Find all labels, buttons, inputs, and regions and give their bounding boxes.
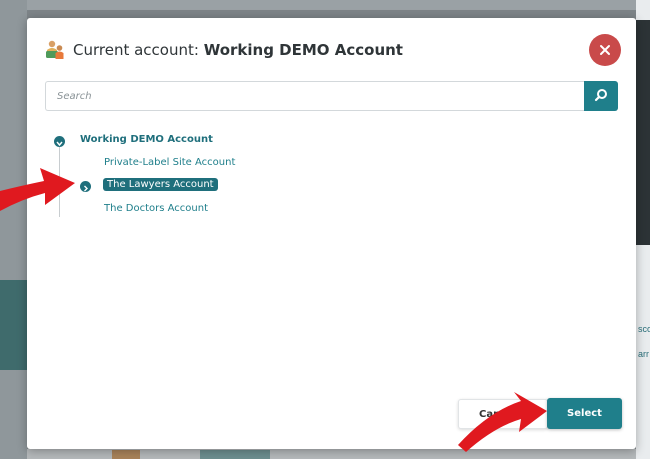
background-top-bar bbox=[0, 0, 650, 10]
tree-connector-line bbox=[59, 147, 60, 217]
tree-item-the-doctors-account[interactable]: The Doctors Account bbox=[104, 203, 208, 214]
background-text: arr bbox=[638, 349, 649, 359]
chevron-down-icon bbox=[56, 132, 63, 151]
tree-root-toggle[interactable] bbox=[54, 136, 65, 147]
tree-item-working-demo-account[interactable]: Working DEMO Account bbox=[80, 134, 213, 145]
chevron-right-icon bbox=[82, 177, 89, 196]
background-bottom-thumbnail bbox=[200, 450, 270, 459]
background-text: sco bbox=[638, 324, 650, 334]
tree-item-private-label-site-account[interactable]: Private-Label Site Account bbox=[104, 157, 235, 168]
tree-item-the-lawyers-account[interactable]: The Lawyers Account bbox=[103, 178, 218, 191]
account-picker-dialog: Current account: Working DEMO Account Wo… bbox=[27, 18, 636, 449]
background-left-image bbox=[0, 280, 27, 370]
cancel-button[interactable]: Cancel bbox=[458, 399, 548, 429]
background-left-area bbox=[0, 0, 27, 459]
account-tree: Working DEMO Account Private-Label Site … bbox=[27, 18, 636, 318]
select-button[interactable]: Select bbox=[547, 398, 622, 429]
background-bottom-thumbnail bbox=[112, 450, 140, 459]
background-right-dark-panel bbox=[636, 20, 650, 245]
tree-lawyers-toggle[interactable] bbox=[80, 181, 91, 192]
